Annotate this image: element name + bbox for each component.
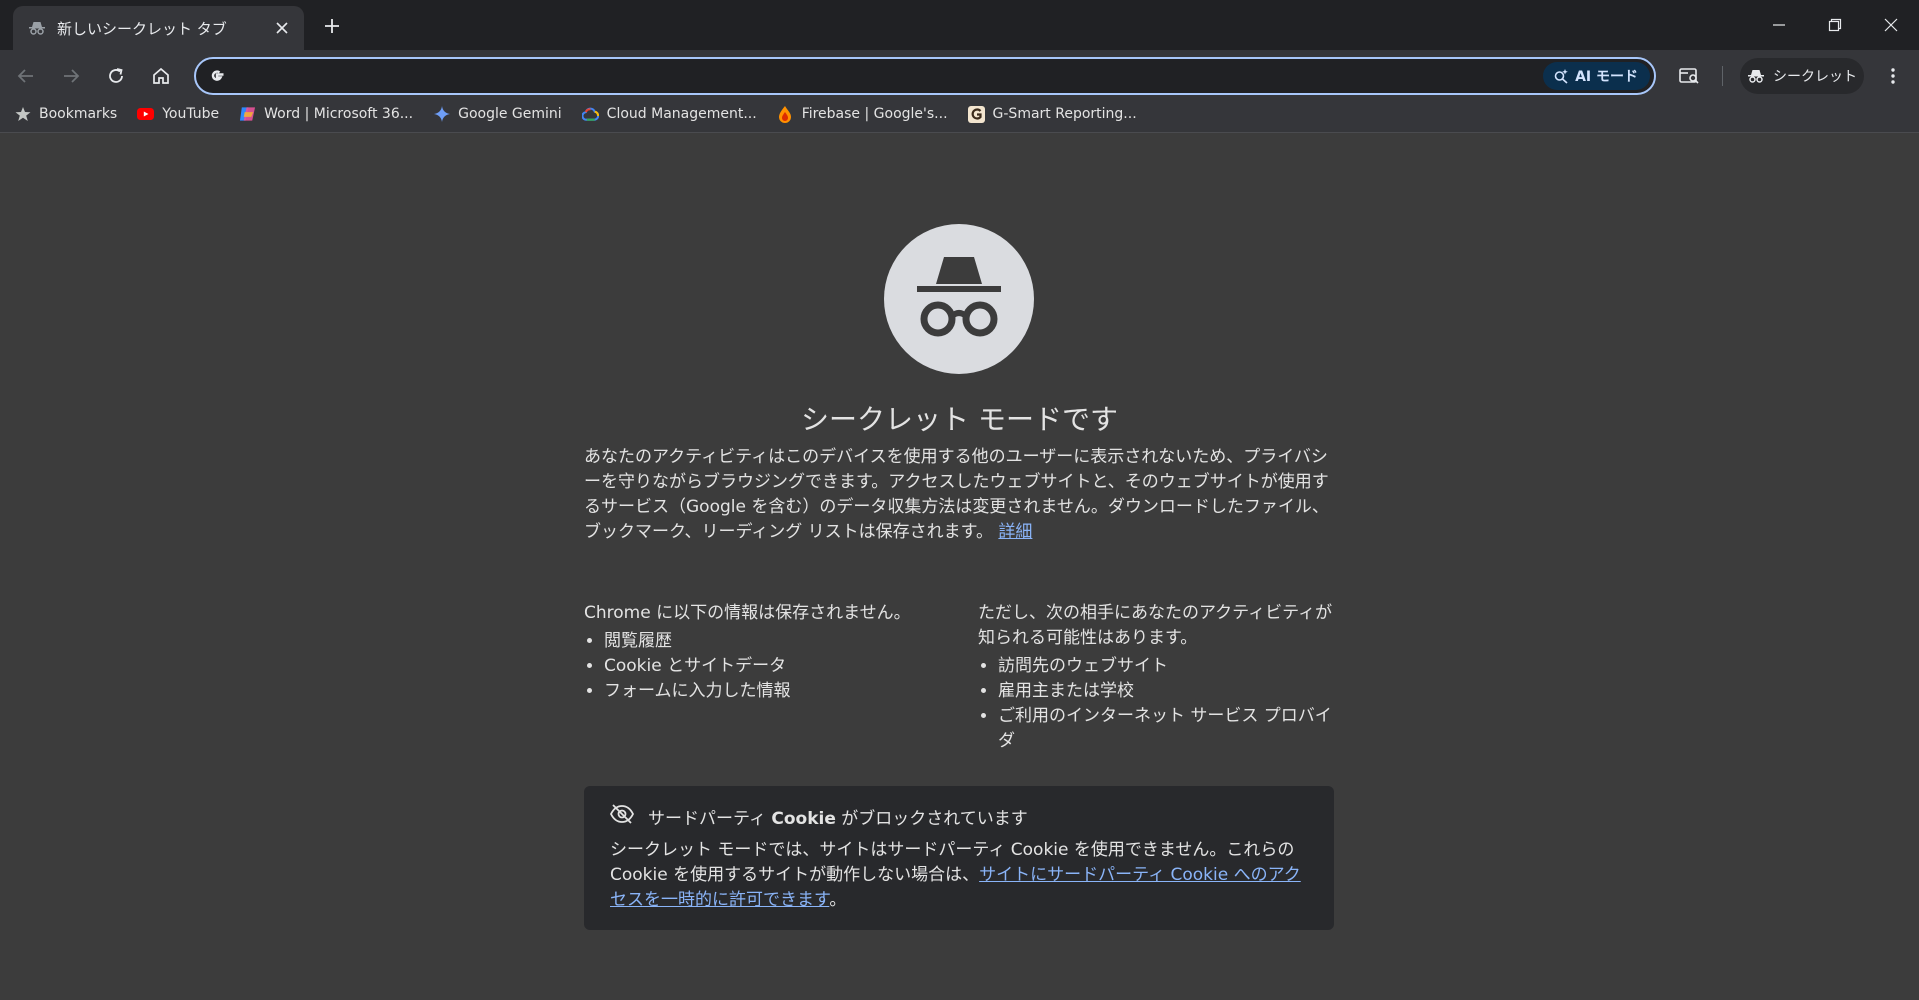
not-saved-list: 閲覧履歴 Cookie とサイトデータ フォームに入力した情報 bbox=[584, 629, 954, 704]
firebase-icon bbox=[777, 106, 794, 123]
youtube-icon bbox=[137, 106, 155, 123]
page-title: シークレット モードです bbox=[801, 403, 1118, 436]
list-item: ご利用のインターネット サービス プロバイダ bbox=[998, 704, 1348, 754]
gemini-icon bbox=[433, 106, 450, 123]
bookmark-youtube[interactable]: YouTube bbox=[137, 106, 219, 123]
list-item: 雇用主または学校 bbox=[998, 679, 1348, 704]
toolbar: AI モード シークレット bbox=[0, 50, 1919, 100]
incognito-intro: あなたのアクティビティはこのデバイスを使用する他のユーザーに表示されないため、プ… bbox=[584, 445, 1336, 545]
bookmark-bookmarks[interactable]: Bookmarks bbox=[14, 106, 117, 123]
reload-icon[interactable] bbox=[99, 59, 133, 93]
microsoft-copilot-icon bbox=[239, 106, 256, 123]
learn-more-link[interactable]: 詳細 bbox=[998, 522, 1032, 542]
bookmarks-bar: Bookmarks YouTube Word | Microsoft 36...… bbox=[0, 100, 1919, 133]
list-item: Cookie とサイトデータ bbox=[604, 654, 954, 679]
visible-to-title: ただし、次の相手にあなたのアクティビティが知られる可能性はあります。 bbox=[978, 603, 1333, 648]
minimize-icon[interactable] bbox=[1751, 0, 1807, 50]
ai-search-icon bbox=[1554, 69, 1568, 84]
tab-incognito[interactable]: 新しいシークレット タブ bbox=[13, 6, 304, 50]
bookmark-g-smart[interactable]: G-Smart Reporting... bbox=[967, 105, 1137, 123]
google-g-icon bbox=[206, 65, 228, 87]
not-saved-column: Chrome に以下の情報は保存されません。 閲覧履歴 Cookie とサイトデ… bbox=[584, 601, 954, 704]
profile-label: シークレット bbox=[1773, 69, 1857, 85]
ntp-content: シークレット モードです あなたのアクティビティはこのデバイスを使用する他のユー… bbox=[0, 133, 1919, 982]
back-icon[interactable] bbox=[9, 59, 43, 93]
g-smart-icon bbox=[967, 105, 985, 123]
bookmark-word[interactable]: Word | Microsoft 36... bbox=[239, 106, 413, 123]
tab-strip: 新しいシークレット タブ bbox=[0, 0, 1919, 50]
star-icon bbox=[14, 106, 31, 123]
incognito-profile-button[interactable]: シークレット bbox=[1740, 58, 1864, 94]
list-item: 閲覧履歴 bbox=[604, 629, 954, 654]
window-controls bbox=[1751, 0, 1919, 50]
incognito-icon bbox=[27, 18, 47, 38]
eye-off-icon bbox=[609, 804, 635, 829]
intro-text: あなたのアクティビティはこのデバイスを使用する他のユーザーに表示されないため、プ… bbox=[584, 447, 1329, 542]
address-input[interactable] bbox=[238, 66, 1544, 86]
bookmark-firebase[interactable]: Firebase | Google's... bbox=[777, 106, 948, 123]
toolbar-separator bbox=[1722, 66, 1723, 86]
tab-search-icon[interactable] bbox=[1673, 59, 1707, 93]
list-item: 訪問先のウェブサイト bbox=[998, 654, 1348, 679]
not-saved-title: Chrome に以下の情報は保存されません。 bbox=[584, 603, 911, 623]
incognito-icon bbox=[1748, 70, 1764, 83]
ai-mode-label: AI モード bbox=[1575, 69, 1638, 85]
cookie-card-header: サードパーティ Cookie がブロックされています bbox=[609, 804, 1308, 829]
visible-to-column: ただし、次の相手にあなたのアクティビティが知られる可能性はあります。 訪問先のウ… bbox=[978, 601, 1348, 754]
third-party-cookie-card: サードパーティ Cookie がブロックされています シークレット モードでは、… bbox=[584, 786, 1334, 930]
visible-to-list: 訪問先のウェブサイト 雇用主または学校 ご利用のインターネット サービス プロバ… bbox=[978, 654, 1348, 754]
omnibox[interactable]: AI モード bbox=[194, 57, 1656, 95]
bookmark-gemini[interactable]: Google Gemini bbox=[433, 106, 562, 123]
new-tab-button[interactable] bbox=[318, 12, 346, 40]
list-item: フォームに入力した情報 bbox=[604, 679, 954, 704]
window-close-icon[interactable] bbox=[1863, 0, 1919, 50]
home-icon[interactable] bbox=[144, 59, 178, 93]
forward-icon[interactable] bbox=[54, 59, 88, 93]
google-cloud-icon bbox=[581, 106, 599, 123]
close-icon[interactable] bbox=[270, 16, 294, 40]
cookie-card-body: シークレット モードでは、サイトはサードパーティ Cookie を使用できません… bbox=[610, 840, 1301, 910]
tab-title: 新しいシークレット タブ bbox=[57, 19, 227, 38]
more-vert-icon[interactable] bbox=[1876, 59, 1910, 93]
bookmark-cloud[interactable]: Cloud Management... bbox=[581, 106, 757, 123]
cookie-card-title: サードパーティ Cookie がブロックされています bbox=[648, 809, 1028, 829]
incognito-hero-icon bbox=[884, 224, 1034, 374]
ai-mode-button[interactable]: AI モード bbox=[1543, 62, 1650, 90]
restore-icon[interactable] bbox=[1807, 0, 1863, 50]
